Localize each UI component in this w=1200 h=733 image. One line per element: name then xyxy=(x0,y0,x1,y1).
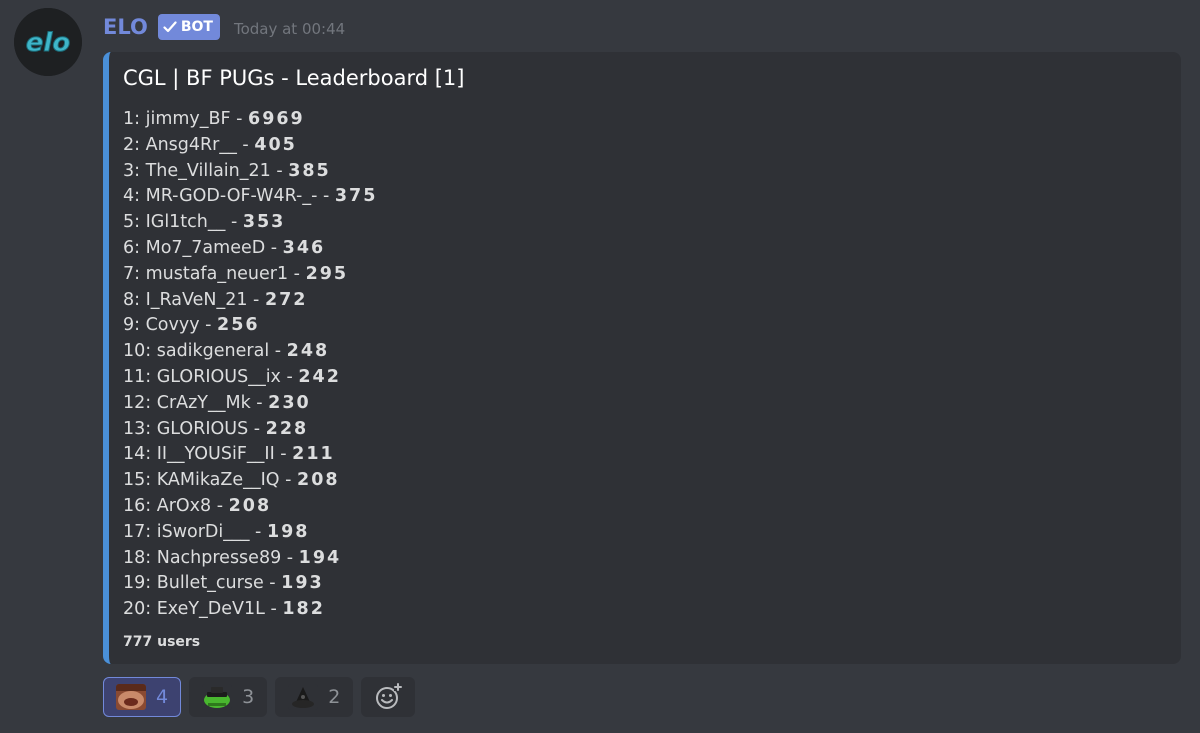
leaderboard-entry: 19: Bullet_curse - 193 xyxy=(123,571,377,597)
entry-score: 208 xyxy=(297,470,340,491)
message-header: ELO BOT Today at 00:44 xyxy=(103,10,345,44)
entry-player: 7: mustafa_neuer1 - xyxy=(123,263,306,284)
entry-score: 228 xyxy=(265,418,309,439)
entry-score: 346 xyxy=(282,237,326,258)
reaction-hat[interactable]: 2 xyxy=(275,677,354,717)
entry-player: 14: II__YOUSiF__II - xyxy=(123,444,293,465)
reaction-frog[interactable]: 3 xyxy=(189,677,268,717)
elo-logo-icon: elo xyxy=(14,8,82,76)
entry-player: 11: GLORIOUS__ix - xyxy=(123,366,299,387)
add-reaction-icon xyxy=(376,683,403,709)
elo-logo-text: elo xyxy=(26,28,70,58)
leaderboard-entry: 18: Nachpresse89 - 194 xyxy=(123,546,377,572)
entry-score: 6969 xyxy=(248,109,305,129)
leaderboard-entry: 17: iSworDi___ - 198 xyxy=(123,520,377,546)
entry-score: 182 xyxy=(282,599,325,620)
entry-score: 272 xyxy=(264,289,308,310)
embed-footer: 777 users xyxy=(123,634,201,650)
entry-score: 375 xyxy=(334,186,378,207)
reaction-face[interactable]: 4 xyxy=(103,677,182,717)
entry-player: 18: Nachpresse89 - xyxy=(123,547,299,568)
leaderboard-entry: 16: ArOx8 - 208 xyxy=(123,494,377,520)
leaderboard-entry: 11: GLORIOUS__ix - 242 xyxy=(123,365,377,391)
entry-score: 242 xyxy=(298,366,341,387)
add-reaction-button[interactable] xyxy=(361,677,416,717)
leaderboard-entry: 13: GLORIOUS - 228 xyxy=(123,417,377,443)
bot-tag-label: BOT xyxy=(180,19,213,35)
leaderboard-entry: 4: MR-GOD-OF-W4R-_- - 375 xyxy=(123,184,377,210)
reactions-bar: 4 3 2 xyxy=(103,677,416,717)
leaderboard-entry: 1: jimmy_BF - 6969 xyxy=(123,107,377,133)
entry-score: 211 xyxy=(292,444,335,465)
entry-score: 295 xyxy=(305,263,349,284)
entry-player: 1: jimmy_BF - xyxy=(123,109,249,129)
entry-player: 9: Covyy - xyxy=(123,315,218,336)
frog-emoji-icon xyxy=(202,684,233,710)
leaderboard-entry: 20: ExeY_DeV1L - 182 xyxy=(123,597,377,623)
leaderboard-entry: 15: KAMikaZe__IQ - 208 xyxy=(123,468,377,494)
entry-player: 16: ArOx8 - xyxy=(123,495,229,516)
entry-score: 385 xyxy=(288,160,331,181)
leaderboard-entry: 3: The_Villain_21 - 385 xyxy=(123,159,377,185)
leaderboard-list: 1: jimmy_BF - 6969 2: Ansg4Rr__ - 405 3:… xyxy=(123,107,377,623)
leaderboard-entry: 5: IGl1tch__ - 353 xyxy=(123,210,377,236)
leaderboard-entry: 7: mustafa_neuer1 - 295 xyxy=(123,262,377,288)
embed-title: CGL | BF PUGs - Leaderboard [1] xyxy=(123,66,465,90)
entry-player: 15: KAMikaZe__IQ - xyxy=(123,470,298,491)
entry-player: 12: CrAzY__Mk - xyxy=(123,392,269,413)
leaderboard-entry: 12: CrAzY__Mk - 230 xyxy=(123,391,377,417)
leaderboard-entry: 14: II__YOUSiF__II - 211 xyxy=(123,442,377,468)
entry-score: 248 xyxy=(286,341,330,362)
reaction-count: 4 xyxy=(156,686,169,708)
reaction-count: 2 xyxy=(328,686,341,708)
entry-score: 198 xyxy=(266,521,310,542)
entry-score: 353 xyxy=(242,212,286,233)
bot-avatar[interactable]: elo xyxy=(14,8,82,76)
bot-tag: BOT xyxy=(157,14,220,40)
entry-score: 230 xyxy=(268,392,311,413)
entry-player: 8: I_RaVeN_21 - xyxy=(123,289,265,310)
leaderboard-embed: CGL | BF PUGs - Leaderboard [1] 1: jimmy… xyxy=(103,52,1181,664)
entry-player: 3: The_Villain_21 - xyxy=(123,160,289,181)
entry-score: 208 xyxy=(228,495,272,516)
entry-player: 4: MR-GOD-OF-W4R-_- - xyxy=(123,186,335,207)
verified-check-icon xyxy=(163,21,177,33)
entry-player: 5: IGl1tch__ - xyxy=(123,212,243,233)
entry-player: 13: GLORIOUS - xyxy=(123,418,266,439)
leaderboard-entry: 9: Covyy - 256 xyxy=(123,313,377,339)
message-timestamp[interactable]: Today at 00:44 xyxy=(234,20,345,38)
face-emoji-icon xyxy=(116,684,146,710)
entry-player: 6: Mo7_7ameeD - xyxy=(123,237,283,258)
chat-message: elo ELO BOT Today at 00:44 CGL | BF PUGs… xyxy=(0,0,1200,733)
hat-emoji-icon xyxy=(288,684,319,710)
entry-player: 19: Bullet_curse - xyxy=(123,573,282,594)
reaction-count: 3 xyxy=(242,686,255,708)
entry-score: 193 xyxy=(281,573,324,594)
entry-score: 405 xyxy=(254,134,297,155)
entry-player: 10: sadikgeneral - xyxy=(123,341,287,362)
entry-score: 194 xyxy=(298,547,342,568)
author-name[interactable]: ELO xyxy=(103,15,148,39)
entry-score: 256 xyxy=(217,315,260,336)
leaderboard-entry: 2: Ansg4Rr__ - 405 xyxy=(123,133,377,159)
entry-player: 2: Ansg4Rr__ - xyxy=(123,134,255,155)
leaderboard-entry: 8: I_RaVeN_21 - 272 xyxy=(123,288,377,314)
entry-player: 20: ExeY_DeV1L - xyxy=(123,599,283,620)
leaderboard-entry: 6: Mo7_7ameeD - 346 xyxy=(123,236,377,262)
entry-player: 17: iSworDi___ - xyxy=(123,521,267,542)
leaderboard-entry: 10: sadikgeneral - 248 xyxy=(123,339,377,365)
